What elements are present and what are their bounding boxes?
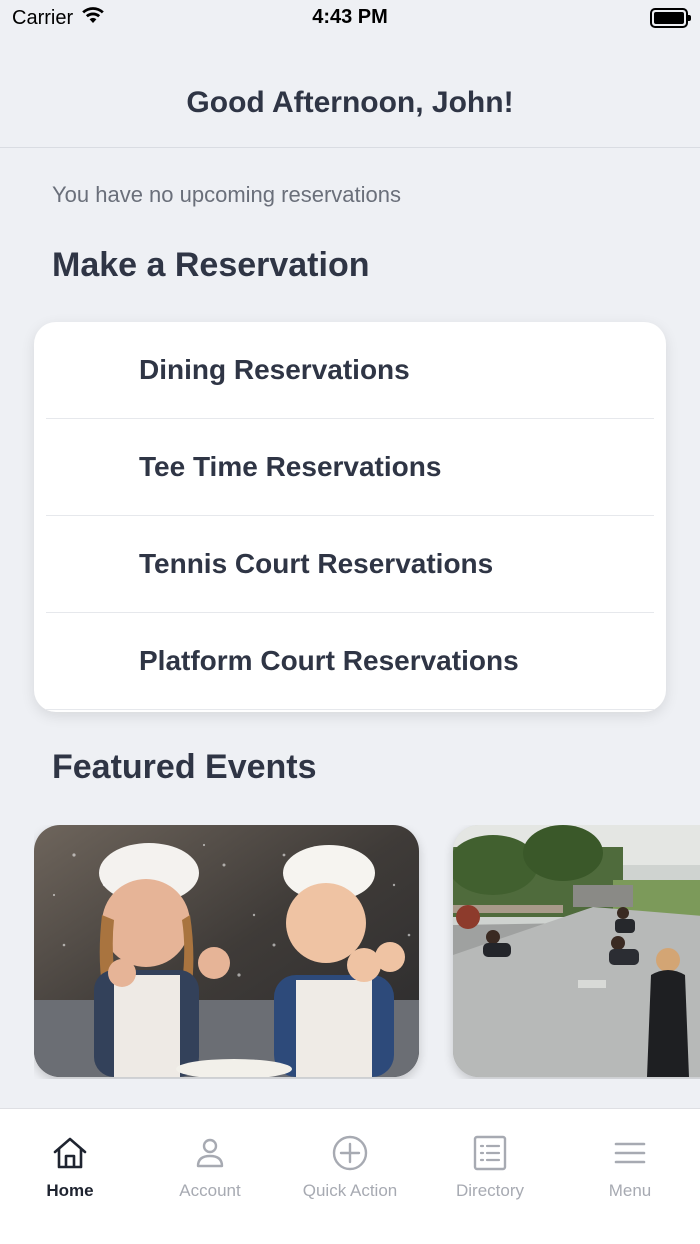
tab-directory[interactable]: Directory xyxy=(420,1109,560,1219)
page-title: Good Afternoon, John! xyxy=(186,86,514,119)
header: Good Afternoon, John! xyxy=(0,36,700,148)
reservation-options-card: Dining Reservations Tee Time Reservation… xyxy=(34,322,666,712)
make-reservation-heading: Make a Reservation xyxy=(52,246,370,284)
battery-icon xyxy=(650,8,691,28)
tab-menu-label: Menu xyxy=(608,1181,652,1200)
tab-quick-action[interactable]: Quick Action xyxy=(280,1109,420,1219)
rooftop-fitness-photo xyxy=(453,825,700,1077)
tab-directory-label: Directory xyxy=(455,1181,524,1200)
cooking-kids-photo xyxy=(34,825,419,1077)
tab-bar: Home Account Quick Action Directory Menu xyxy=(0,1108,700,1244)
platform-court-reservations-item[interactable]: Platform Court Reservations xyxy=(46,613,654,710)
dining-reservations-item[interactable]: Dining Reservations xyxy=(46,322,654,419)
status-time: 4:43 PM xyxy=(312,6,388,28)
tab-home-label: Home xyxy=(46,1181,94,1200)
event-card-rooftop-fitness[interactable] xyxy=(453,825,700,1077)
tennis-court-reservations-item[interactable]: Tennis Court Reservations xyxy=(46,516,654,613)
tee-time-reservations-item[interactable]: Tee Time Reservations xyxy=(46,419,654,516)
featured-events-heading: Featured Events xyxy=(52,748,317,786)
tab-account-label: Account xyxy=(179,1181,241,1200)
featured-events-carousel[interactable] xyxy=(34,825,700,1079)
status-bar: Carrier 4:43 PM xyxy=(0,0,700,36)
tab-menu[interactable]: Menu xyxy=(560,1109,700,1219)
tab-home[interactable]: Home xyxy=(0,1109,140,1219)
tab-quick-action-label: Quick Action xyxy=(302,1181,398,1200)
tab-account[interactable]: Account xyxy=(140,1109,280,1219)
app-screen: Carrier 4:43 PM Good Afternoon, John! Yo… xyxy=(0,0,700,1244)
no-reservations-message: You have no upcoming reservations xyxy=(52,182,401,207)
event-card-cooking[interactable] xyxy=(34,825,419,1077)
